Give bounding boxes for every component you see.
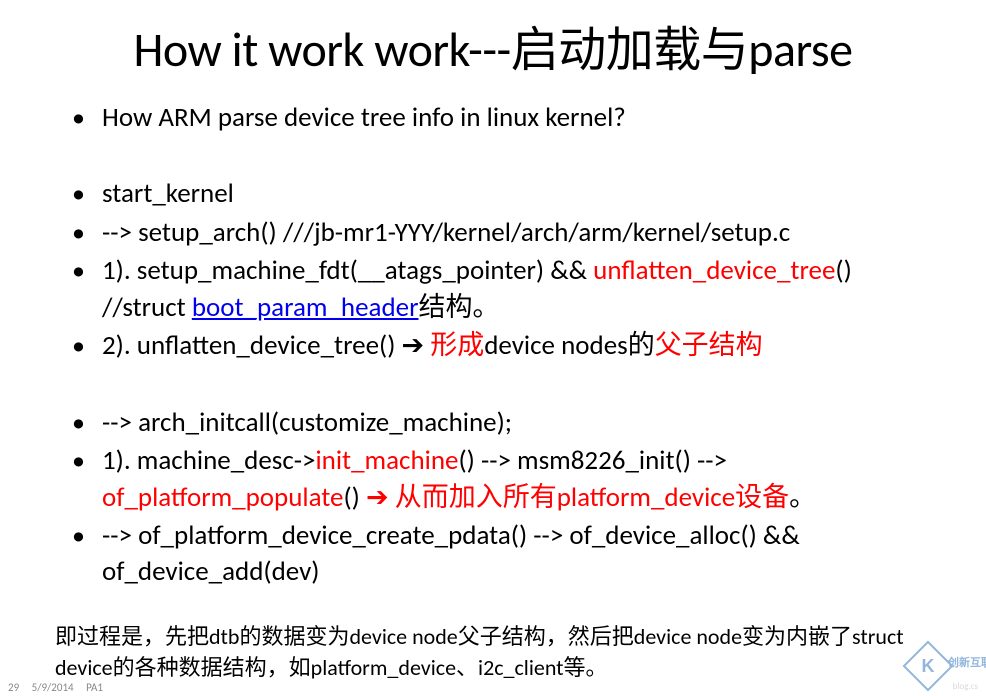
bullet-item: 2). unflatten_device_tree() ➔ 形成device n…	[80, 328, 926, 364]
text-red: of_platform_populate	[102, 481, 343, 514]
bullet-list: How ARM parse device tree info in linux …	[0, 0, 986, 593]
text-fragment: 结构。	[418, 291, 499, 324]
text-red: 父子结构	[655, 329, 763, 362]
footer-paragraph: 即过程是，先把dtb的数据变为device node父子结构，然后把device…	[55, 622, 935, 684]
arrow-icon: ➔	[366, 481, 389, 514]
bullet-item: 1). machine_desc->init_machine() --> msm…	[80, 443, 926, 516]
text-red: unflatten_device_tree	[593, 254, 835, 287]
slide-date: 5/9/2014	[32, 681, 74, 694]
bullet-item: --> arch_initcall(customize_machine);	[80, 405, 926, 441]
bullet-item: --> setup_arch() ///jb-mr1-YYY/kernel/ar…	[80, 215, 926, 251]
text-red: 从而加入所有platform_device设备	[389, 481, 790, 514]
slide-meta: 29 5/9/2014 PA1	[8, 681, 113, 694]
watermark-logo: 创新互联 blog.cs	[910, 646, 982, 686]
logo-diamond-icon	[903, 641, 954, 692]
watermark-tiny: blog.cs	[953, 681, 978, 692]
text-link: boot_param_header	[192, 291, 419, 324]
text-fragment: 。	[789, 481, 816, 514]
watermark-text: 创新互联	[948, 654, 986, 670]
text-fragment: () --> msm8226_init() -->	[458, 444, 727, 477]
text-red: 形成	[424, 329, 484, 362]
text-fragment: ()	[343, 481, 365, 514]
slide-tag: PA1	[86, 681, 103, 694]
text-fragment: 2). unflatten_device_tree()	[102, 329, 402, 362]
bullet-item: How ARM parse device tree info in linux …	[80, 100, 926, 136]
text-fragment: 1). machine_desc->	[102, 444, 315, 477]
page-number: 29	[8, 681, 19, 694]
text-fragment: 1). setup_machine_fdt(__atags_pointer) &…	[102, 254, 593, 287]
arrow-icon: ➔	[402, 329, 425, 362]
bullet-item: start_kernel	[80, 176, 926, 212]
spacer	[80, 138, 926, 174]
text-fragment: device nodes的	[484, 329, 654, 362]
slide-container: How it work work---启动加载与parse How ARM pa…	[0, 0, 986, 696]
bullet-item: --> of_platform_device_create_pdata() --…	[80, 518, 926, 591]
spacer	[80, 367, 926, 403]
text-red: init_machine	[315, 444, 458, 477]
bullet-item: 1). setup_machine_fdt(__atags_pointer) &…	[80, 253, 926, 326]
